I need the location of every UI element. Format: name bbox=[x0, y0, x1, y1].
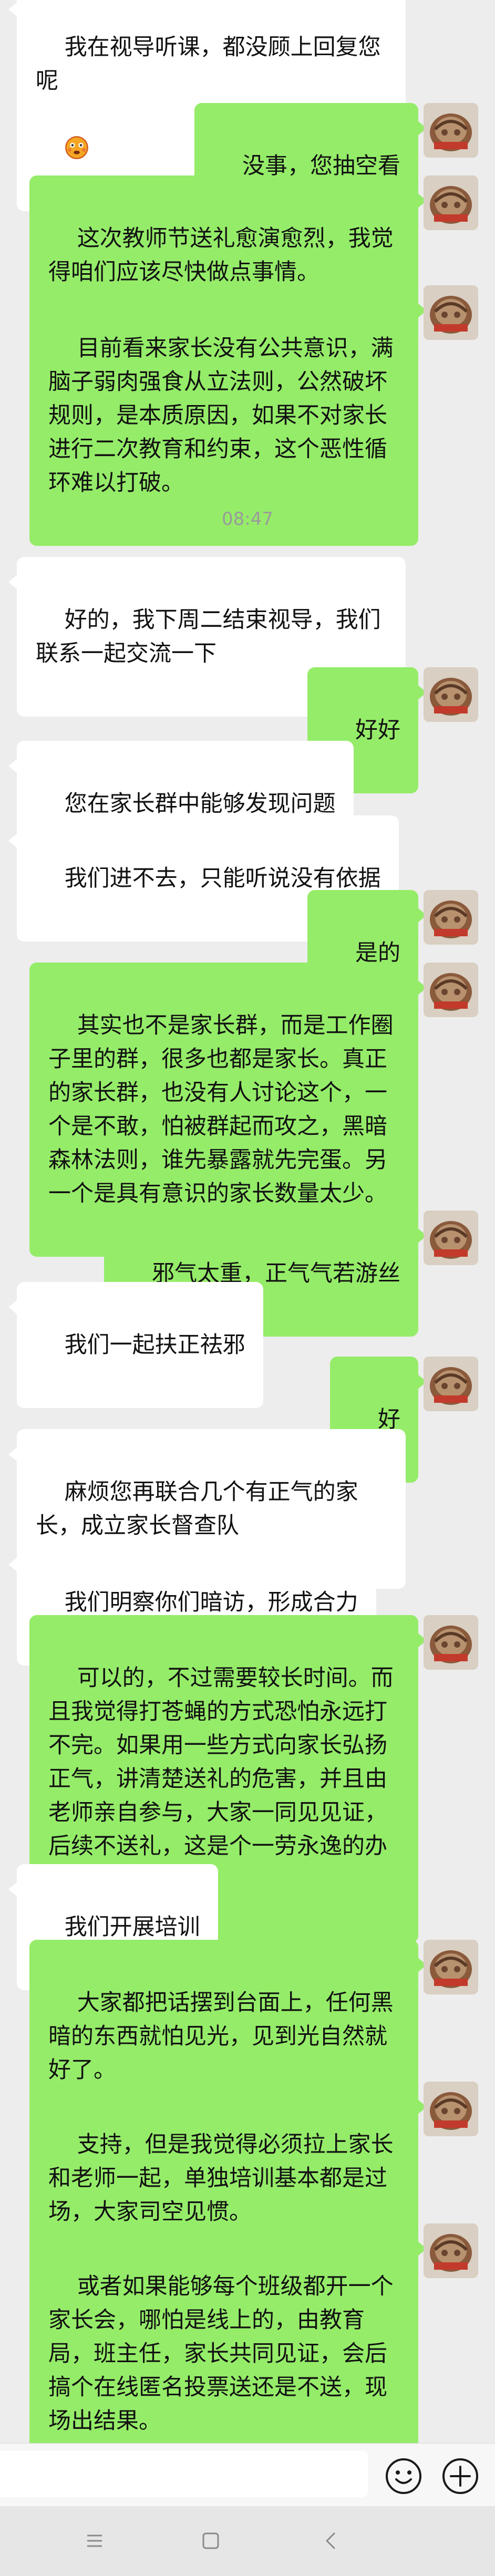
avatar[interactable] bbox=[424, 2082, 478, 2136]
message-text: 支持，但是我觉得必须拉上家长和老师一起，单独培训基本都是过场，大家司空见惯。 bbox=[48, 2132, 394, 2225]
chat-area[interactable]: 我在视导听课，都没顾上回复您呢 没事，您抽空看 这次教师节送礼愈演愈烈，我觉得咱… bbox=[0, 0, 495, 2484]
home-icon[interactable] bbox=[195, 2525, 226, 2557]
avatar[interactable] bbox=[424, 1615, 478, 1670]
message-text: 我们明察你们暗访，形成合力 bbox=[64, 1589, 358, 1616]
avatar[interactable] bbox=[424, 103, 478, 158]
emoji-icon[interactable] bbox=[384, 2456, 424, 2496]
message-text: 我们开展培训 bbox=[64, 1914, 200, 1940]
avatar-image-icon bbox=[424, 963, 478, 1017]
message-text: 大家都把话摆到台面上，任何黑暗的东西就怕见光，见到光自然就好了。 bbox=[48, 1990, 394, 2083]
avatar-image-icon bbox=[424, 285, 478, 340]
menu-icon[interactable] bbox=[79, 2525, 110, 2557]
avatar[interactable] bbox=[424, 285, 478, 340]
avatar-image-icon bbox=[424, 1357, 478, 1411]
message-text: 目前看来家长没有公共意识，满脑子弱肉强食从立法则，公然破坏规则，是本质原因，如果… bbox=[48, 335, 394, 496]
message-text: 我在视导听课，都没顾上回复您呢 bbox=[36, 34, 381, 94]
message-bubble[interactable]: 我们一起扶正祛邪 bbox=[8, 1282, 263, 1408]
avatar[interactable] bbox=[424, 175, 478, 230]
avatar[interactable] bbox=[424, 1211, 478, 1265]
message-input[interactable] bbox=[0, 2451, 368, 2497]
avatar-image-icon bbox=[424, 890, 478, 945]
message-text: 可以的，不过需要较长时间。而且我觉得打苍蝇的方式恐怕永远打不完。如果用一些方式向… bbox=[48, 1665, 394, 1893]
avatar-image-icon bbox=[424, 103, 478, 158]
flushed-face-emoji bbox=[65, 136, 88, 159]
message-text: 其实也不是家长群，而是工作圈子里的群，很多也都是家长。真正的家长群，也没有人讨论… bbox=[48, 1012, 394, 1207]
back-icon[interactable] bbox=[315, 2525, 347, 2557]
message-text: 或者如果能够每个班级都开一个家长会，哪怕是线上的，由教育局，班主任，家长共同见证… bbox=[48, 2273, 394, 2434]
message-bubble[interactable]: 目前看来家长没有公共意识，满脑子弱肉强食从立法则，公然破坏规则，是本质原因，如果… bbox=[29, 285, 427, 546]
avatar-image-icon bbox=[424, 175, 478, 230]
avatar-image-icon bbox=[424, 667, 478, 722]
avatar-image-icon bbox=[424, 2082, 478, 2136]
avatar-image-icon bbox=[424, 1211, 478, 1265]
avatar[interactable] bbox=[424, 667, 478, 722]
timestamp: 08:47 bbox=[222, 509, 273, 530]
message-text: 麻烦您再联合几个有正气的家长，成立家长督查队 bbox=[36, 1479, 358, 1539]
message-text: 好的，我下周二结束视导，我们联系一起交流一下 bbox=[36, 607, 381, 667]
system-navigation-bar bbox=[0, 2506, 495, 2576]
input-bar bbox=[0, 2443, 495, 2507]
avatar-image-icon bbox=[424, 1940, 478, 1994]
avatar[interactable] bbox=[424, 1357, 478, 1411]
avatar[interactable] bbox=[424, 890, 478, 945]
avatar[interactable] bbox=[424, 963, 478, 1017]
message-text: 好好 bbox=[355, 717, 400, 743]
message-text: 我们进不去，只能听说没有依据 bbox=[64, 865, 381, 892]
avatar-image-icon bbox=[424, 1615, 478, 1670]
avatar-image-icon bbox=[424, 2223, 478, 2278]
message-text: 我们一起扶正祛邪 bbox=[64, 1332, 245, 1358]
message-text: 这次教师节送礼愈演愈烈，我觉得咱们应该尽快做点事情。 bbox=[48, 225, 394, 285]
message-text: 您在家长群中能够发现问题 bbox=[64, 791, 336, 817]
plus-icon[interactable] bbox=[440, 2456, 480, 2496]
avatar[interactable] bbox=[424, 1940, 478, 1994]
avatar[interactable] bbox=[424, 2223, 478, 2278]
